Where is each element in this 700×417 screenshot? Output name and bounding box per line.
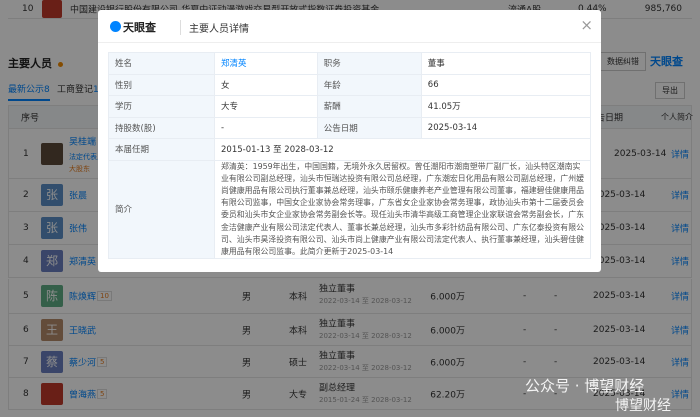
person-detail-modal: 天眼查 主要人员详情 × 姓名 郑清英 职务 董事 性别女年龄 66 学历 大专 薪酬 41.… [98, 10, 601, 272]
bio-text: 郑清英：1959年出生，中国国籍，无境外永久居留权。曾任潮阳市潮南塑带厂副厂长，… [214, 159, 591, 260]
person-name-link[interactable]: 郑清英 [214, 52, 318, 75]
wechat-watermark: 公众号 · 博望财经 [525, 377, 645, 395]
detail-table: 姓名 郑清英 职务 董事 性别女年龄 66 学历 大专 薪酬 41.05万 持股数(股) - 公告… [108, 52, 592, 260]
close-icon[interactable]: × [580, 16, 593, 34]
weibo-watermark: 博望财经 [615, 398, 671, 414]
modal-title: 主要人员详情 [180, 20, 249, 35]
tianyancha-logo: 天眼查 [110, 19, 156, 35]
logo-icon [110, 21, 121, 32]
